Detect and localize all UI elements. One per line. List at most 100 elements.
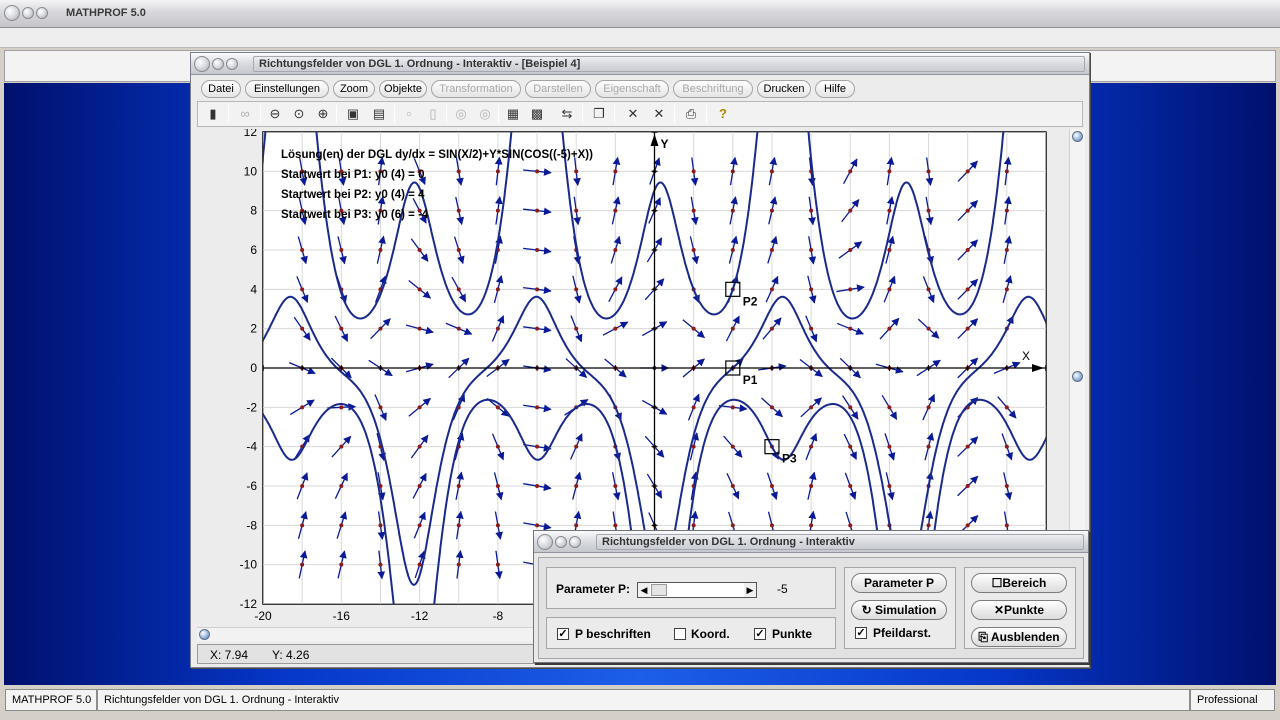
koord-checkbox[interactable] — [674, 628, 686, 640]
maximize-circle-icon[interactable] — [36, 7, 48, 19]
toolbar-separator — [674, 105, 675, 123]
pfeildarst-label: Pfeildarst. — [873, 626, 932, 640]
scroll-thumb[interactable] — [199, 629, 210, 640]
field-dot — [535, 169, 540, 174]
zoom-icon[interactable]: ⊙ — [288, 104, 310, 124]
horizontal-scrollbar[interactable] — [197, 627, 537, 641]
menu-objekte[interactable]: Objekte — [379, 80, 427, 98]
menu-zoom[interactable]: Zoom — [333, 80, 375, 98]
field-dot — [769, 405, 774, 410]
field-dot — [965, 484, 970, 488]
field-dot — [417, 562, 422, 567]
field-dot — [730, 169, 735, 174]
toolbar-separator — [260, 105, 261, 123]
maximize-circle-icon[interactable] — [226, 58, 238, 70]
close-circle-icon[interactable] — [537, 534, 553, 550]
cross-icon: ✕ — [993, 603, 1005, 617]
menu-darstellen[interactable]: Darstellen — [525, 80, 591, 98]
field-dot — [887, 484, 892, 488]
slider-right-arrow-icon[interactable]: ▶ — [744, 583, 756, 597]
field-dot — [574, 484, 579, 488]
dialog-title: Richtungsfelder von DGL 1. Ordnung - Int… — [602, 536, 855, 548]
y-tick-label: 6 — [250, 243, 257, 257]
table-icon[interactable]: ▦ — [502, 104, 524, 124]
field-dot — [1004, 169, 1009, 174]
close-circle-icon[interactable] — [194, 56, 210, 72]
copy-icon[interactable]: ❐ — [588, 104, 610, 124]
grid-icon[interactable]: ▩ — [526, 104, 548, 124]
slider-thumb[interactable] — [651, 584, 667, 596]
zoom-in-icon[interactable]: ⊕ — [312, 104, 334, 124]
minimize-circle-icon[interactable] — [22, 7, 34, 19]
field-dot — [495, 326, 500, 331]
field-dot — [965, 523, 970, 528]
delete-icon[interactable]: ✕ — [622, 104, 644, 124]
p-beschriften-label: P beschriften — [575, 627, 651, 641]
field-dot — [691, 523, 696, 528]
help-icon[interactable]: ? — [712, 104, 734, 124]
export-icon[interactable]: ⇆ — [556, 104, 578, 124]
maximize-circle-icon[interactable] — [569, 536, 581, 548]
field-dot — [378, 326, 383, 331]
object2-icon[interactable]: ▯ — [422, 104, 444, 124]
field-dot — [887, 248, 892, 252]
glasses-icon[interactable]: ∞ — [234, 104, 256, 124]
transform2-icon[interactable]: ◎ — [474, 104, 496, 124]
coordinate-readout: X: 7.94 Y: 4.26 — [197, 644, 537, 664]
field-dot — [809, 248, 814, 252]
zoom-out-icon[interactable]: ⊖ — [264, 104, 286, 124]
x-tick-label: -16 — [333, 609, 351, 623]
exit-icon[interactable]: ▮ — [202, 104, 224, 124]
scroll-thumb[interactable] — [1072, 371, 1083, 382]
parameter-slider[interactable]: ◀ ▶ — [637, 582, 757, 598]
toolbar-separator — [394, 105, 395, 123]
field-dot — [1004, 523, 1009, 528]
dialog-titlebar[interactable]: Richtungsfelder von DGL 1. Ordnung - Int… — [534, 531, 1088, 553]
parameter-p-button[interactable]: Parameter P — [851, 573, 947, 593]
field-dot — [848, 523, 853, 528]
field-dot — [730, 326, 735, 331]
scroll-top-thumb[interactable] — [1072, 131, 1083, 142]
field-dot — [769, 287, 774, 292]
x-axis-label: X — [1022, 349, 1030, 363]
field-dot — [300, 484, 305, 488]
minimize-circle-icon[interactable] — [555, 536, 567, 548]
object-icon[interactable]: ▫ — [398, 104, 420, 124]
punkte-button[interactable]: ✕Punkte — [971, 600, 1067, 620]
minimize-circle-icon[interactable] — [212, 58, 224, 70]
menu-transformation[interactable]: Transformation — [431, 80, 521, 98]
slider-left-arrow-icon[interactable]: ◀ — [638, 583, 650, 597]
field-dot — [1004, 405, 1009, 410]
simulation-button[interactable]: ↻ Simulation — [851, 600, 947, 620]
bereich-button[interactable]: ☐Bereich — [971, 573, 1067, 593]
p-beschriften-checkbox[interactable]: ✓ — [557, 628, 569, 640]
start-value-p1: Startwert bei P1: y0 (4) = 0 — [281, 169, 425, 181]
menu-datei[interactable]: Datei — [201, 80, 241, 98]
window-icon[interactable]: ▤ — [368, 104, 390, 124]
window-controls — [4, 5, 48, 21]
menu-einstellungen[interactable]: Einstellungen — [245, 80, 329, 98]
field-dot — [730, 523, 735, 528]
punkte-checkbox[interactable]: ✓ — [754, 628, 766, 640]
menu-hilfe[interactable]: Hilfe — [815, 80, 855, 98]
ausblenden-button[interactable]: ⎘ Ausblenden — [971, 627, 1067, 647]
status-app: MATHPROF 5.0 — [5, 689, 97, 711]
transform-icon[interactable]: ◎ — [450, 104, 472, 124]
document-titlebar[interactable]: Richtungsfelder von DGL 1. Ordnung - Int… — [191, 53, 1089, 75]
pfeildarst-checkbox[interactable]: ✓ — [855, 627, 867, 639]
menu-eigenschaft[interactable]: Eigenschaft — [595, 80, 669, 98]
field-dot — [848, 248, 853, 252]
field-dot — [613, 287, 618, 292]
menu-beschriftung[interactable]: Beschriftung — [673, 80, 753, 98]
field-dot — [848, 208, 853, 213]
close-circle-icon[interactable] — [4, 5, 20, 21]
field-dot — [848, 326, 853, 331]
menu-drucken[interactable]: Drucken — [757, 80, 811, 98]
document-title: Richtungsfelder von DGL 1. Ordnung - Int… — [259, 58, 581, 70]
y-tick-label: 4 — [250, 282, 257, 296]
delete-all-icon[interactable]: ✕ — [648, 104, 670, 124]
field-dot — [417, 326, 422, 331]
field-dot — [339, 484, 344, 488]
print-icon[interactable]: ⎙ — [680, 104, 702, 124]
properties-icon[interactable]: ▣ — [342, 104, 364, 124]
